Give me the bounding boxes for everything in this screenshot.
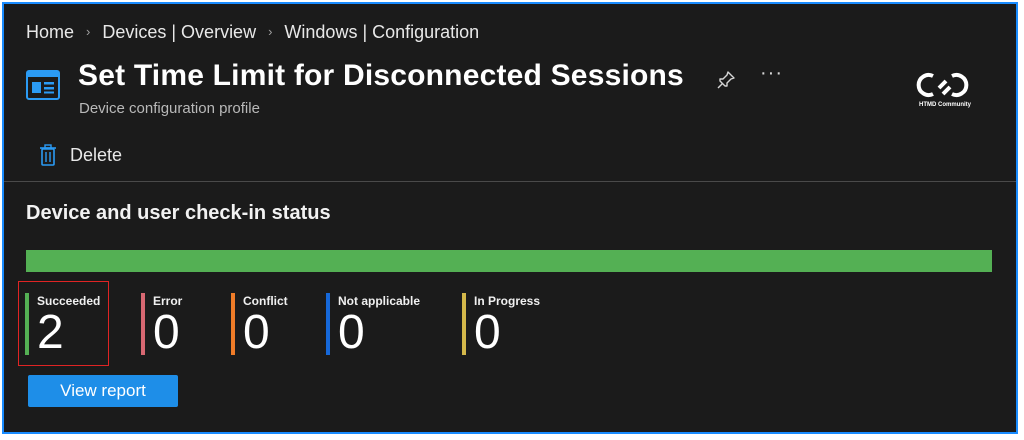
succeeded-fill — [26, 250, 992, 272]
in-progress-count: 0 — [474, 306, 501, 359]
delete-label: Delete — [70, 144, 123, 165]
conflict-color-bar — [231, 293, 235, 355]
not-applicable-color-bar — [326, 293, 330, 355]
page-subtitle: Device configuration profile — [79, 100, 260, 117]
conflict-count: 0 — [243, 306, 270, 359]
view-report-button[interactable]: View report — [28, 375, 178, 407]
more-options-icon[interactable]: ··· — [760, 62, 783, 85]
main-panel: Home › Devices | Overview › Windows | Co… — [2, 2, 1018, 434]
logo-text: HTMD Community — [919, 102, 971, 108]
error-color-bar — [141, 293, 145, 355]
breadcrumb-windows-configuration[interactable]: Windows | Configuration — [284, 22, 479, 43]
page-title: Set Time Limit for Disconnected Sessions — [78, 59, 684, 92]
breadcrumb-devices-overview[interactable]: Devices | Overview — [102, 22, 256, 43]
error-count: 0 — [153, 306, 180, 359]
breadcrumb: Home › Devices | Overview › Windows | Co… — [26, 22, 479, 43]
succeeded-highlight-box — [18, 281, 109, 366]
in-progress-color-bar — [462, 293, 466, 355]
breadcrumb-home[interactable]: Home — [26, 22, 74, 43]
not-applicable-count: 0 — [338, 306, 365, 359]
htmd-community-logo: HTMD Community — [910, 68, 980, 114]
pin-icon[interactable] — [716, 70, 736, 90]
chevron-right-icon: › — [86, 24, 91, 39]
chevron-right-icon: › — [268, 24, 273, 39]
checkin-status-heading: Device and user check-in status — [26, 202, 331, 224]
configuration-profile-icon — [26, 70, 60, 100]
toolbar-divider — [4, 181, 1016, 182]
checkin-status-bar — [26, 250, 992, 272]
delete-button[interactable]: Delete — [38, 144, 122, 166]
trash-icon — [40, 144, 56, 166]
